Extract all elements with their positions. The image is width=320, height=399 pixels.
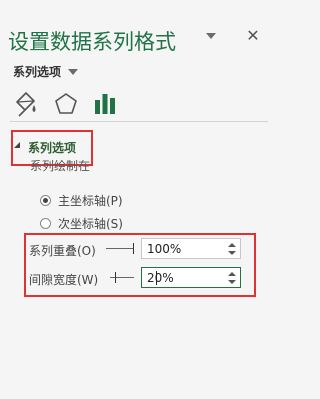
series-options-dropdown[interactable]: 系列选项 <box>13 63 79 80</box>
series-options-dropdown-label: 系列选项 <box>13 65 62 79</box>
pane-options-dropdown-icon[interactable] <box>205 31 217 41</box>
paint-bucket-icon <box>16 92 36 117</box>
pentagon-icon <box>55 93 77 114</box>
close-icon[interactable]: ✕ <box>244 27 262 45</box>
chevron-down-icon <box>68 68 79 75</box>
bar-chart-icon <box>95 94 115 114</box>
tab-divider <box>10 121 268 122</box>
pane-title: 设置数据系列格式 <box>8 30 176 54</box>
tab-series-options[interactable] <box>91 90 119 118</box>
tab-fill-line[interactable] <box>12 90 40 118</box>
tab-effects[interactable] <box>52 90 80 118</box>
radio-button[interactable] <box>40 218 51 229</box>
radio-secondary-axis-label: 次坐标轴(S) <box>58 217 123 231</box>
radio-secondary-axis[interactable]: 次坐标轴(S) <box>40 215 123 232</box>
plot-on-label: 系列绘制在 <box>30 160 91 173</box>
radio-primary-axis[interactable]: 主坐标轴(P) <box>40 192 123 209</box>
highlight-box-fields <box>24 233 256 297</box>
radio-button[interactable] <box>40 195 51 206</box>
format-data-series-pane: 设置数据系列格式 ✕ 系列选项 系列选项 系列绘制在 主坐标轴(P) 次坐标轴(… <box>0 0 268 399</box>
radio-primary-axis-label: 主坐标轴(P) <box>58 194 123 208</box>
